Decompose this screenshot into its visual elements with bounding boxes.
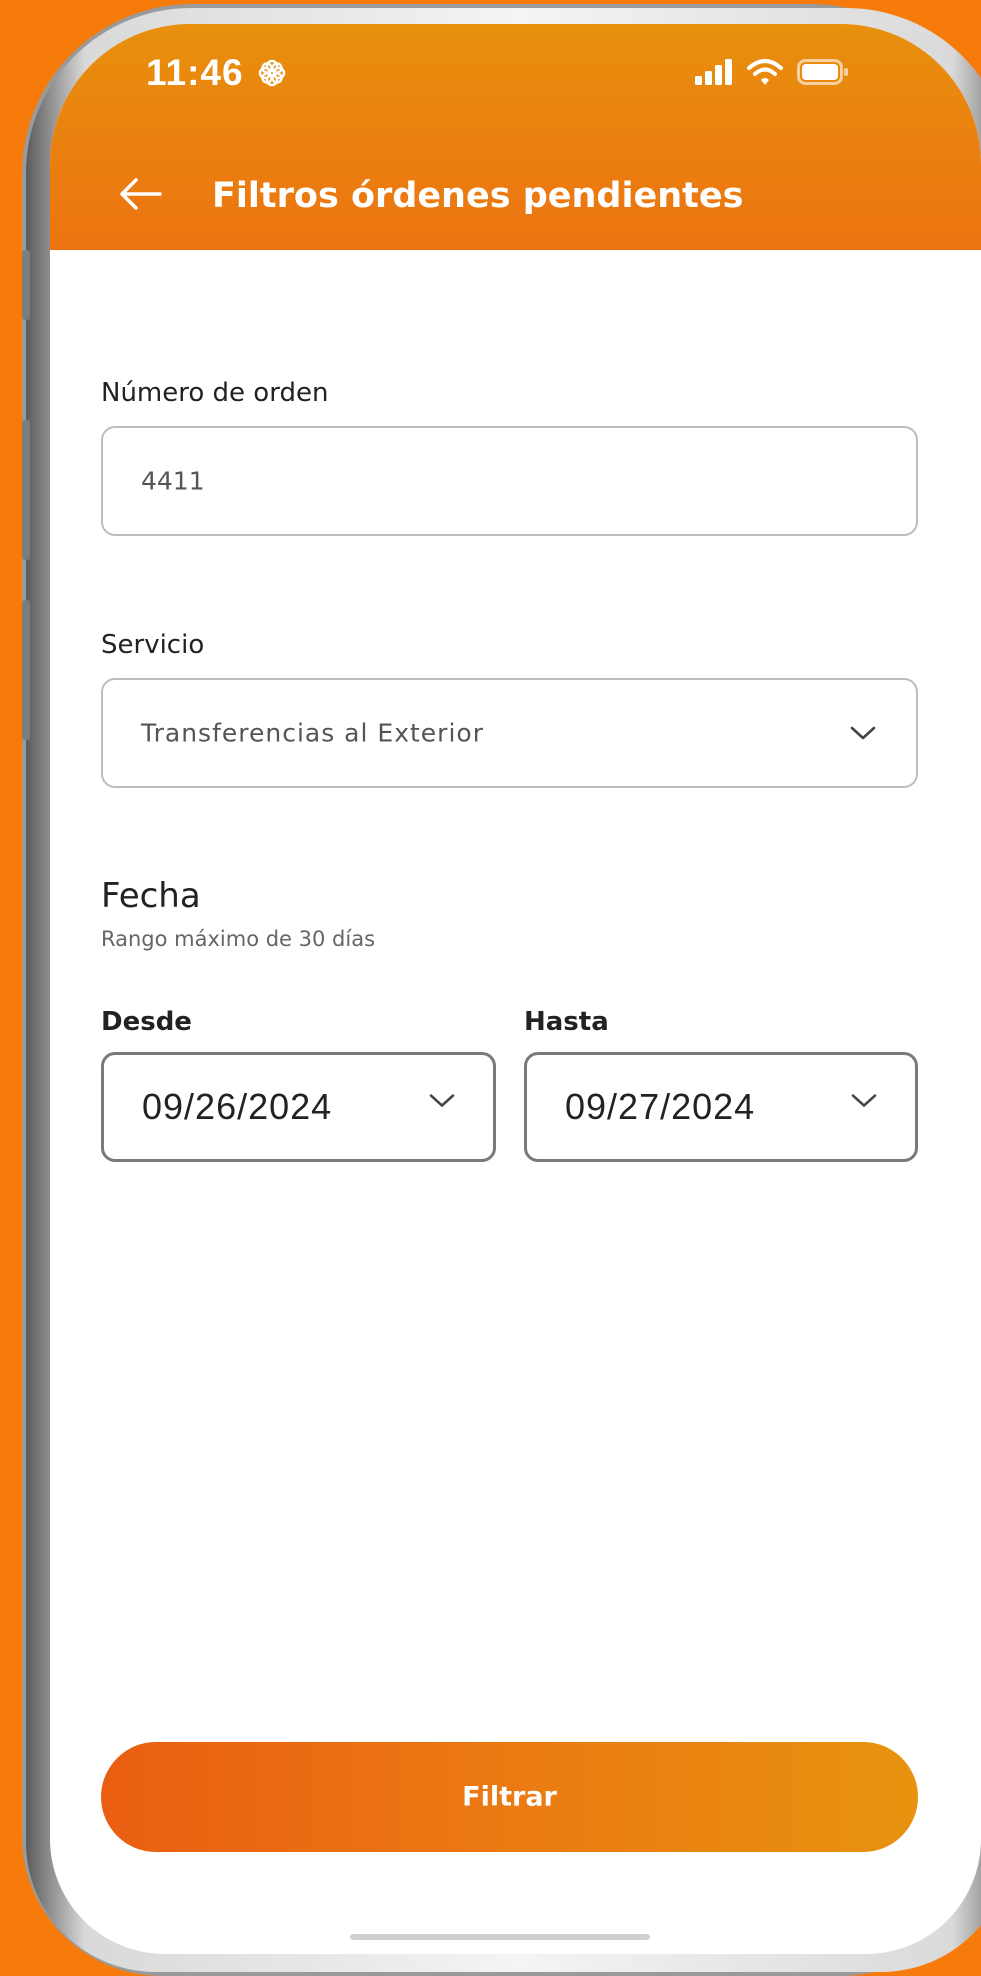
page-title: Filtros órdenes pendientes xyxy=(212,176,744,216)
date-from-label: Desde xyxy=(101,1007,192,1037)
chevron-down-icon xyxy=(429,1094,455,1107)
date-from-value: 09/26/2024 xyxy=(142,1086,333,1127)
wifi-icon xyxy=(747,59,783,85)
service-select[interactable]: Transferencias al Exterior xyxy=(101,678,918,788)
battery-icon xyxy=(797,59,848,85)
date-to-label: Hasta xyxy=(524,1007,609,1037)
arrow-left-icon xyxy=(120,178,162,210)
order-number-value: 4411 xyxy=(141,466,205,496)
chevron-down-icon xyxy=(850,726,876,740)
status-icons xyxy=(695,58,849,86)
date-to-value: 09/27/2024 xyxy=(565,1086,756,1127)
signal-icon xyxy=(695,59,732,85)
date-to-select[interactable]: 09/27/2024 xyxy=(524,1052,918,1162)
app-header: 11:46 Filtros órdenes pendientes xyxy=(50,24,981,250)
device-side-button-volume-up xyxy=(22,420,30,560)
home-indicator xyxy=(350,1934,650,1940)
status-time-text: 11:46 xyxy=(146,52,244,93)
chevron-down-icon xyxy=(851,1094,877,1107)
filter-button[interactable]: Filtrar xyxy=(101,1742,918,1852)
flower-icon xyxy=(258,59,286,87)
date-from-select[interactable]: 09/26/2024 xyxy=(101,1052,496,1162)
device-side-button-silent xyxy=(22,250,30,320)
service-label: Servicio xyxy=(101,630,205,660)
status-time: 11:46 xyxy=(146,52,287,94)
back-button[interactable] xyxy=(110,174,170,214)
app-screen: 11:46 Filtros órdenes pendientes Número … xyxy=(50,24,981,1954)
date-section-title: Fecha xyxy=(101,876,201,916)
order-number-input[interactable]: 4411 xyxy=(101,426,918,536)
order-number-label: Número de orden xyxy=(101,378,329,408)
service-selected-value: Transferencias al Exterior xyxy=(141,718,484,748)
filter-button-label: Filtrar xyxy=(462,1781,557,1813)
date-range-hint: Rango máximo de 30 días xyxy=(101,927,376,951)
device-side-button-volume-down xyxy=(22,600,30,740)
